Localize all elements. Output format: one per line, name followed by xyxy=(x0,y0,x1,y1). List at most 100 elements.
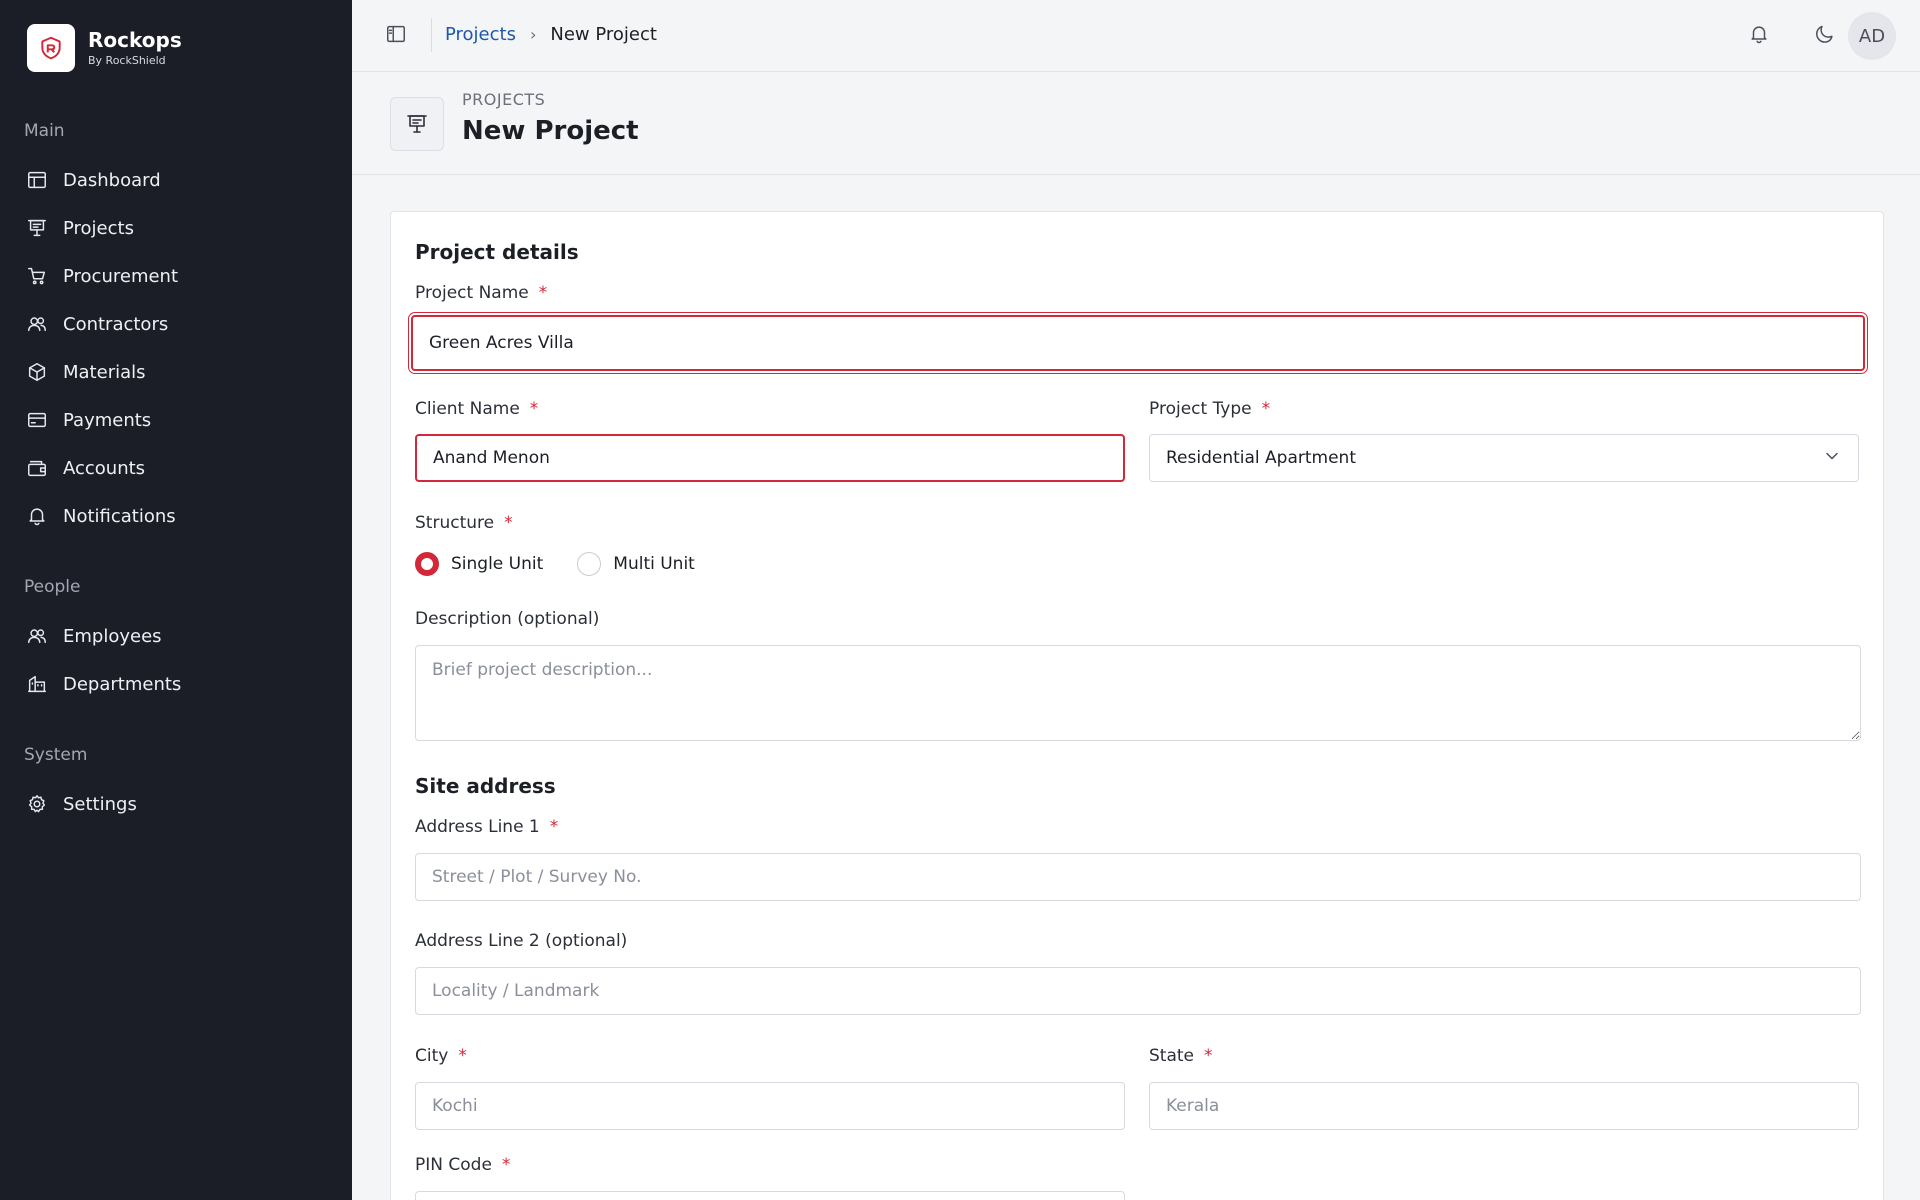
required-mark: * xyxy=(538,283,548,303)
breadcrumb-current: New Project xyxy=(550,24,657,45)
sidebar-toggle-button[interactable] xyxy=(382,22,410,50)
card-icon xyxy=(24,407,50,433)
notifications-button[interactable] xyxy=(1743,20,1775,52)
top-bar: Projects › New Project AD xyxy=(352,0,1920,72)
address-line-2-input[interactable] xyxy=(415,967,1861,1015)
sidebar-item-label: Accounts xyxy=(63,457,146,479)
radio-label: Multi Unit xyxy=(613,554,695,574)
pin-code-label-text: PIN Code xyxy=(415,1155,492,1175)
city-input[interactable] xyxy=(415,1082,1125,1130)
sidebar-item-label: Procurement xyxy=(63,265,179,287)
gear-icon xyxy=(24,791,50,817)
project-type-label-text: Project Type xyxy=(1149,399,1252,419)
client-name-label-text: Client Name xyxy=(415,399,520,419)
building-icon xyxy=(24,671,50,697)
sidebar-item-materials[interactable]: Materials xyxy=(24,352,324,392)
moon-icon xyxy=(1814,23,1836,49)
divider xyxy=(431,18,432,52)
section-title-site-address: Site address xyxy=(415,774,556,798)
sidebar-item-departments[interactable]: Departments xyxy=(24,664,324,704)
project-form-card: Project details Project Name * Client Nam… xyxy=(390,211,1884,1200)
project-name-input[interactable] xyxy=(411,315,1865,371)
state-input[interactable] xyxy=(1149,1082,1859,1130)
chevron-down-icon xyxy=(1822,446,1842,471)
client-name-input[interactable] xyxy=(415,434,1125,482)
page-header: PROJECTS New Project xyxy=(352,72,1920,175)
sidebar-item-label: Notifications xyxy=(63,505,176,527)
wallet-icon xyxy=(24,455,50,481)
structure-radio-single[interactable]: Single Unit xyxy=(415,552,543,576)
brand[interactable]: Rockops By RockShield xyxy=(27,24,182,72)
pin-code-label: PIN Code * xyxy=(415,1155,510,1175)
dashboard-icon xyxy=(24,167,50,193)
sidebar-item-employees[interactable]: Employees xyxy=(24,616,324,656)
avatar[interactable]: AD xyxy=(1848,12,1896,60)
bell-icon xyxy=(1748,23,1770,49)
sidebar-item-dashboard[interactable]: Dashboard xyxy=(24,160,324,200)
users-icon xyxy=(24,311,50,337)
theme-toggle-button[interactable] xyxy=(1809,20,1841,52)
sidebar-item-notifications[interactable]: Notifications xyxy=(24,496,324,536)
description-label: Description (optional) xyxy=(415,609,600,629)
required-mark: * xyxy=(1261,399,1271,419)
structure-radio-group: Single Unit Multi Unit xyxy=(415,552,729,576)
brand-subtitle: By RockShield xyxy=(88,53,166,67)
required-mark: * xyxy=(1204,1046,1213,1066)
required-mark: * xyxy=(549,817,559,837)
nav-group-system: System xyxy=(24,745,88,765)
sidebar-item-label: Dashboard xyxy=(63,169,161,191)
radio-unchecked-icon xyxy=(577,552,602,576)
sidebar-item-payments[interactable]: Payments xyxy=(24,400,324,440)
sidebar-toggle-icon xyxy=(385,23,407,49)
sidebar-item-projects[interactable]: Projects xyxy=(24,208,324,248)
sidebar-item-label: Payments xyxy=(63,409,152,431)
sidebar-item-label: Materials xyxy=(63,361,146,383)
project-type-select[interactable]: Residential Apartment xyxy=(1149,434,1859,482)
chevron-right-icon: › xyxy=(529,25,537,44)
sidebar-item-label: Employees xyxy=(63,625,162,647)
address-line-1-input[interactable] xyxy=(415,853,1861,901)
project-name-label-text: Project Name xyxy=(415,283,529,303)
required-mark: * xyxy=(529,399,539,419)
cart-icon xyxy=(24,263,50,289)
state-label: State * xyxy=(1149,1046,1213,1066)
required-mark: * xyxy=(501,1155,511,1175)
brand-logo-icon xyxy=(27,24,75,72)
city-label-text: City xyxy=(415,1046,449,1066)
sidebar-item-procurement[interactable]: Procurement xyxy=(24,256,324,296)
project-type-label: Project Type * xyxy=(1149,399,1270,419)
address-line-2-label: Address Line 2 (optional) xyxy=(415,931,628,951)
sidebar-item-label: Projects xyxy=(63,217,134,239)
sidebar-item-label: Contractors xyxy=(63,313,169,335)
nav-group-main: Main xyxy=(24,121,65,141)
description-textarea[interactable] xyxy=(415,645,1861,741)
sidebar-item-label: Departments xyxy=(63,673,182,695)
project-type-value: Residential Apartment xyxy=(1166,448,1356,468)
address-line-1-label-text: Address Line 1 xyxy=(415,817,540,837)
nav-group-people: People xyxy=(24,577,81,597)
structure-label: Structure * xyxy=(415,513,513,533)
projects-icon xyxy=(24,215,50,241)
client-name-label: Client Name * xyxy=(415,399,538,419)
state-label-text: State xyxy=(1149,1046,1194,1066)
structure-label-text: Structure xyxy=(415,513,495,533)
required-mark: * xyxy=(504,513,513,533)
section-title-project-details: Project details xyxy=(415,240,579,264)
sidebar-item-contractors[interactable]: Contractors xyxy=(24,304,324,344)
breadcrumb: Projects › New Project xyxy=(445,24,657,45)
address-line-1-label: Address Line 1 * xyxy=(415,817,558,837)
bell-icon xyxy=(24,503,50,529)
breadcrumb-projects-link[interactable]: Projects xyxy=(445,24,516,45)
brand-name: Rockops xyxy=(88,27,182,52)
sidebar-item-accounts[interactable]: Accounts xyxy=(24,448,324,488)
required-mark: * xyxy=(458,1046,467,1066)
radio-label: Single Unit xyxy=(451,554,544,574)
sidebar-item-label: Settings xyxy=(63,793,137,815)
projects-icon xyxy=(390,97,444,151)
pin-code-input[interactable] xyxy=(415,1191,1125,1200)
project-name-label: Project Name * xyxy=(415,283,547,303)
page-title: New Project xyxy=(462,116,639,146)
structure-radio-multi[interactable]: Multi Unit xyxy=(577,552,695,576)
users-icon xyxy=(24,623,50,649)
sidebar-item-settings[interactable]: Settings xyxy=(24,784,324,824)
